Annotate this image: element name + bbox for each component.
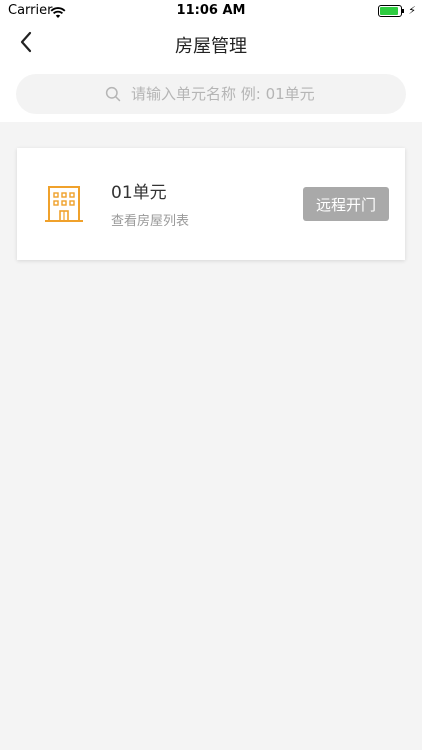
search-icon xyxy=(105,86,121,102)
view-house-list-link[interactable]: 查看房屋列表 xyxy=(111,210,189,229)
navigation-bar: 房屋管理 xyxy=(0,22,422,66)
building-icon xyxy=(45,184,83,228)
search-input[interactable] xyxy=(131,85,317,103)
charging-icon: ⚡ xyxy=(408,4,416,17)
page-title: 房屋管理 xyxy=(175,36,247,57)
status-time: 11:06 AM xyxy=(176,3,246,18)
status-bar: Carrier 11:06 AM ⚡ xyxy=(0,0,422,22)
search-box[interactable] xyxy=(16,74,406,114)
unit-card[interactable]: 01单元 查看房屋列表 远程开门 xyxy=(17,148,405,260)
search-bar-container xyxy=(0,66,422,122)
unit-name: 01单元 xyxy=(111,183,167,203)
battery-icon xyxy=(378,5,404,17)
remote-open-door-button[interactable]: 远程开门 xyxy=(303,187,389,221)
